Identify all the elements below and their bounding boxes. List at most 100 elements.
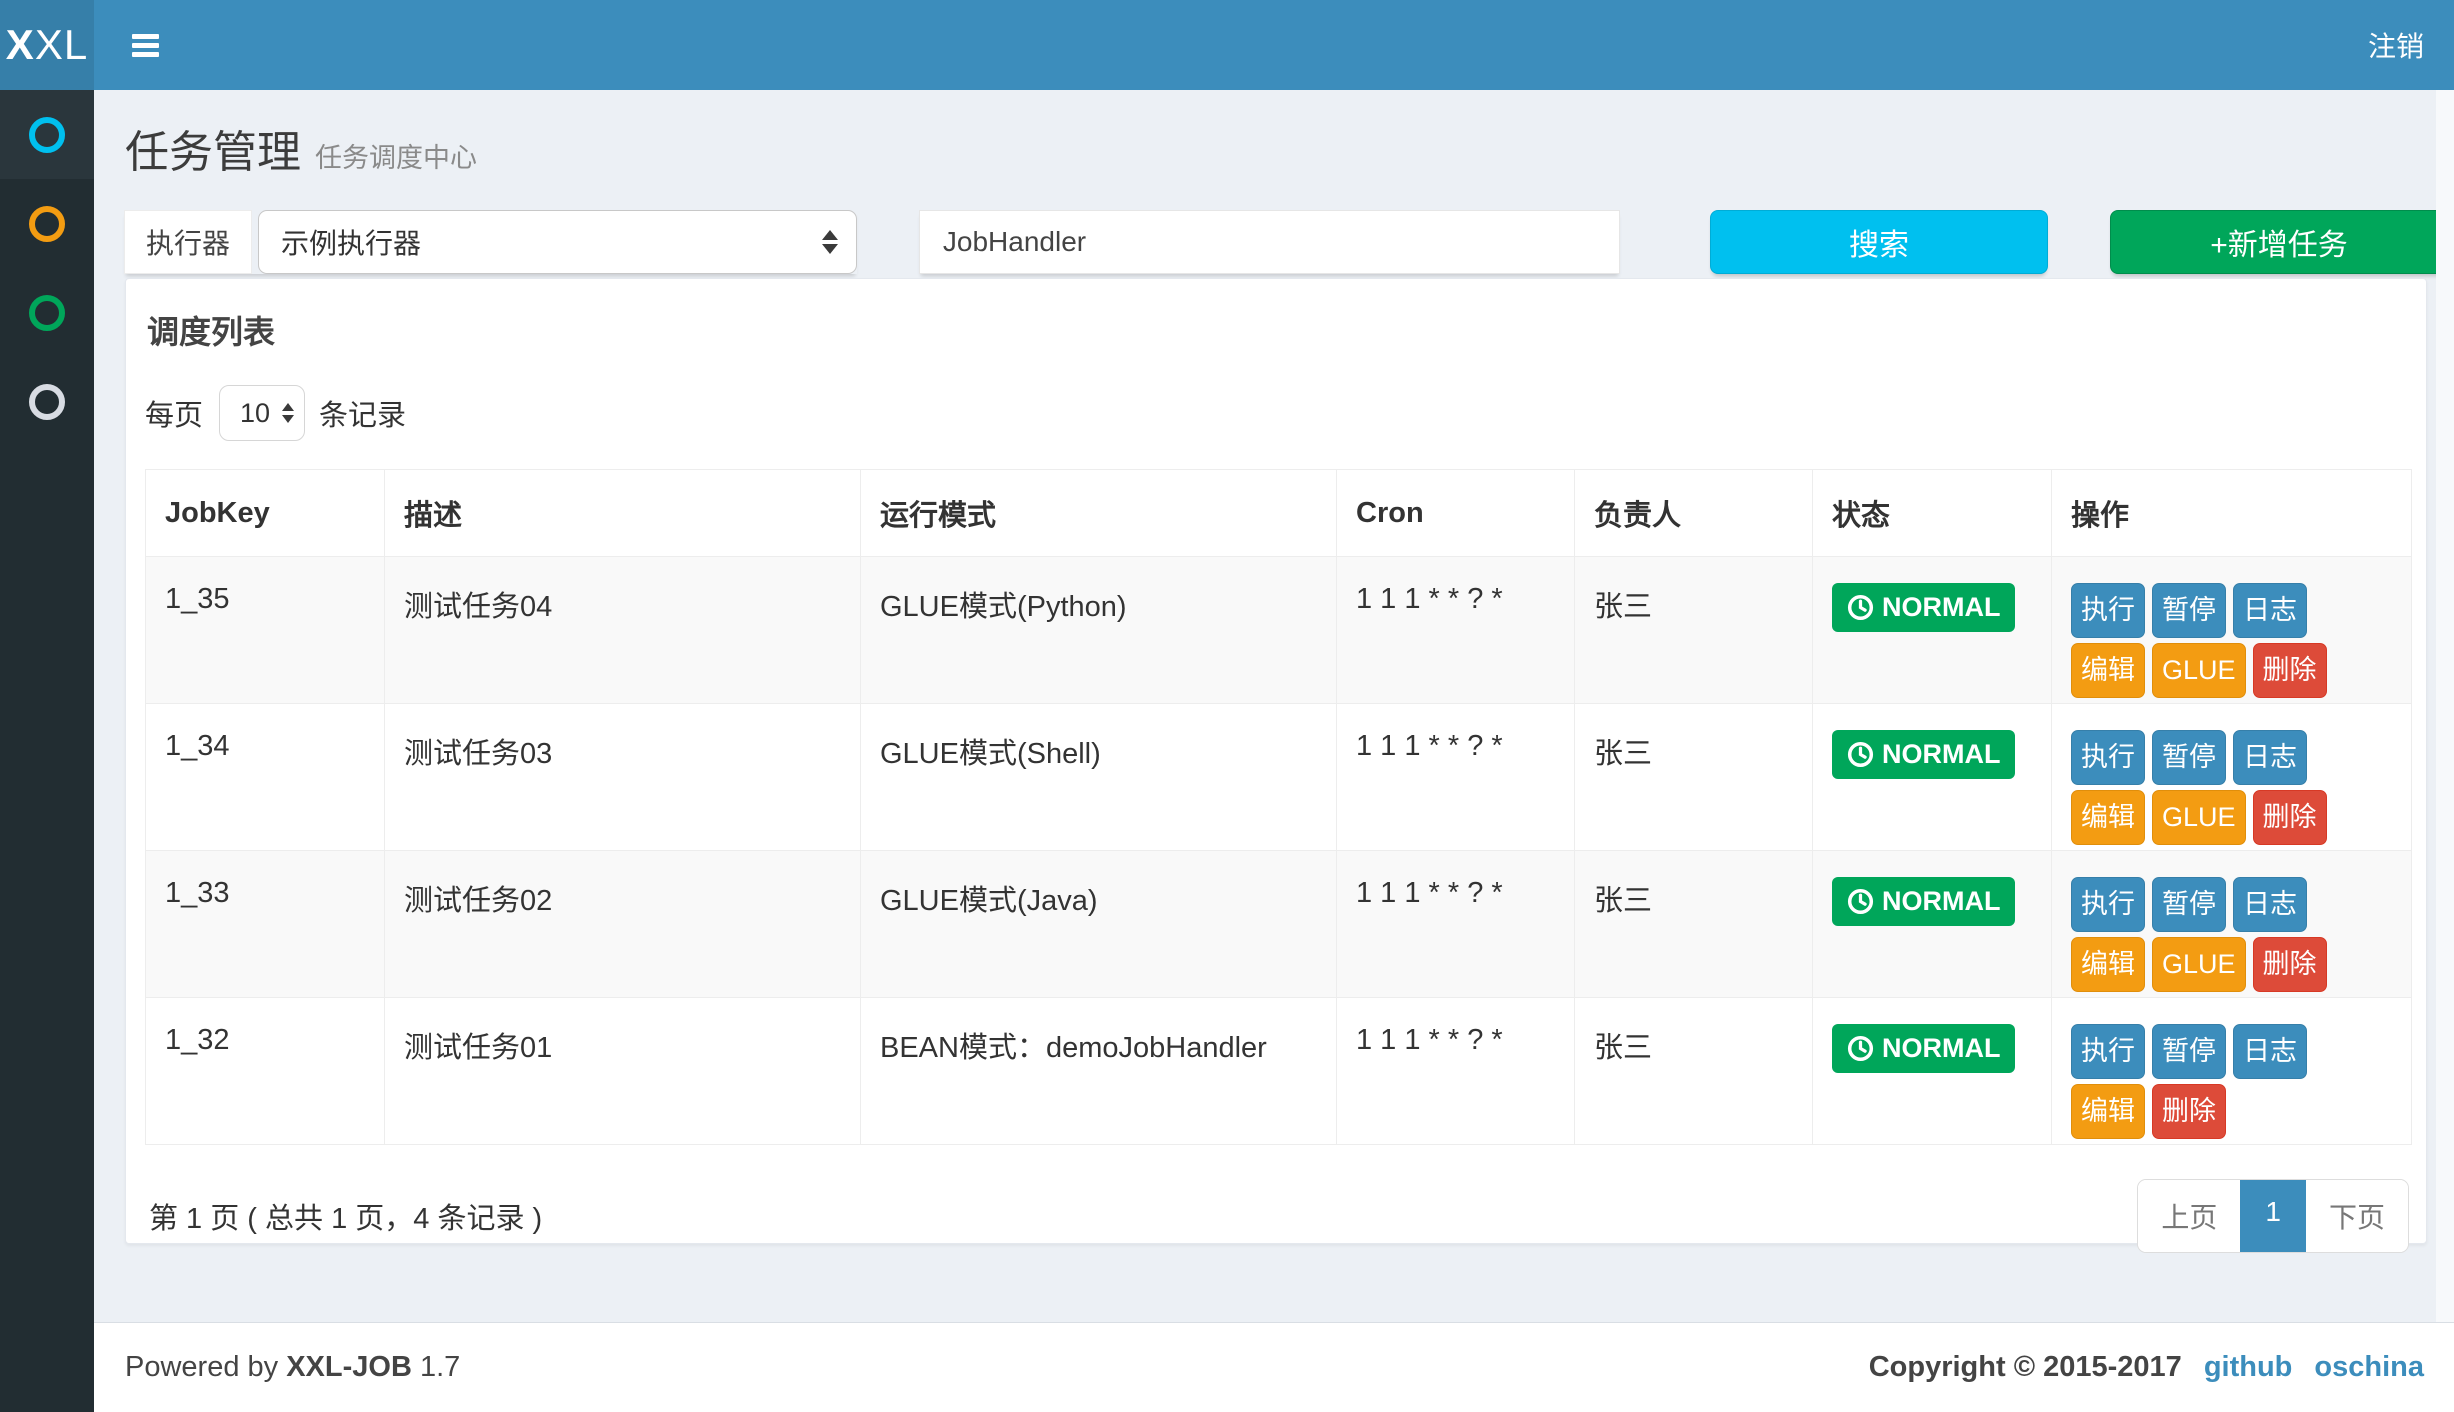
executor-label: 执行器 bbox=[124, 210, 252, 274]
action-button-pause[interactable]: 暂停 bbox=[2152, 583, 2226, 638]
product-version: 1.7 bbox=[420, 1351, 460, 1383]
action-button-edit[interactable]: 编辑 bbox=[2071, 937, 2145, 992]
action-button-glue[interactable]: GLUE bbox=[2152, 937, 2246, 992]
sidebar bbox=[0, 90, 94, 1412]
action-button-glue[interactable]: GLUE bbox=[2152, 790, 2246, 845]
status-label: NORMAL bbox=[1882, 1033, 2000, 1064]
job-row: 1_35测试任务04GLUE模式(Python)1 1 1 * * ? *张三N… bbox=[146, 557, 2412, 704]
status-label: NORMAL bbox=[1882, 886, 2000, 917]
cell-status: NORMAL bbox=[1813, 557, 2052, 704]
cell-owner: 张三 bbox=[1575, 557, 1813, 704]
powered-by-text: Powered by XXL-JOB 1.7 bbox=[125, 1351, 460, 1384]
sidebar-toggle-icon[interactable] bbox=[122, 20, 169, 71]
logo-text-bold: X bbox=[6, 21, 35, 69]
table-header-row: JobKey描述运行模式Cron负责人状态操作 bbox=[146, 470, 2412, 557]
page-size-select[interactable]: 10 bbox=[219, 385, 305, 441]
column-header: 运行模式 bbox=[861, 470, 1337, 557]
cell-jobkey: 1_35 bbox=[146, 557, 385, 704]
cell-jobkey: 1_33 bbox=[146, 851, 385, 998]
panel-title: 调度列表 bbox=[145, 279, 2409, 353]
action-button-run[interactable]: 执行 bbox=[2071, 730, 2145, 785]
jobhandler-input[interactable] bbox=[1109, 211, 1619, 273]
cell-description: 测试任务01 bbox=[385, 998, 861, 1145]
action-button-edit[interactable]: 编辑 bbox=[2071, 1084, 2145, 1139]
copyright-text: Copyright © 2015-2017 bbox=[1869, 1351, 2182, 1384]
action-button-run[interactable]: 执行 bbox=[2071, 877, 2145, 932]
cell-actions: 执行暂停日志编辑GLUE删除 bbox=[2052, 557, 2412, 704]
action-button-glue[interactable]: GLUE bbox=[2152, 643, 2246, 698]
column-header: Cron bbox=[1337, 470, 1575, 557]
job-row: 1_34测试任务03GLUE模式(Shell)1 1 1 * * ? *张三NO… bbox=[146, 704, 2412, 851]
column-header: 描述 bbox=[385, 470, 861, 557]
cell-status: NORMAL bbox=[1813, 851, 2052, 998]
cell-run-mode: GLUE模式(Python) bbox=[861, 557, 1337, 704]
logout-link[interactable]: 注销 bbox=[2368, 25, 2424, 65]
action-button-run[interactable]: 执行 bbox=[2071, 1024, 2145, 1079]
navbar-body: 注销 bbox=[94, 0, 2454, 90]
cell-run-mode: BEAN模式：demoJobHandler bbox=[861, 998, 1337, 1145]
column-header: JobKey bbox=[146, 470, 385, 557]
cell-cron: 1 1 1 * * ? * bbox=[1337, 704, 1575, 851]
clock-icon bbox=[1847, 888, 1874, 915]
jobhandler-filter-group: JobHandler bbox=[919, 210, 1620, 274]
action-button-pause[interactable]: 暂停 bbox=[2152, 730, 2226, 785]
action-button-log[interactable]: 日志 bbox=[2233, 583, 2307, 638]
cell-description: 测试任务02 bbox=[385, 851, 861, 998]
top-navbar: XXL 注销 bbox=[0, 0, 2454, 90]
scrollbar-track[interactable] bbox=[2436, 90, 2454, 1412]
github-link[interactable]: github bbox=[2204, 1351, 2293, 1384]
action-button-delete[interactable]: 删除 bbox=[2253, 790, 2327, 845]
xxl-job-admin-screen: XXL 注销 任务管理任务调度中心 执行器 示例执行器 JobHandler 搜… bbox=[0, 0, 2454, 1412]
action-button-delete[interactable]: 删除 bbox=[2253, 643, 2327, 698]
sidebar-item-menu-3[interactable] bbox=[0, 268, 94, 357]
status-badge: NORMAL bbox=[1832, 877, 2015, 926]
action-button-pause[interactable]: 暂停 bbox=[2152, 1024, 2226, 1079]
action-button-run[interactable]: 执行 bbox=[2071, 583, 2145, 638]
current-page-button[interactable]: 1 bbox=[2240, 1180, 2306, 1252]
cell-status: NORMAL bbox=[1813, 704, 2052, 851]
page-subtitle: 任务调度中心 bbox=[315, 136, 477, 175]
logo-text: XL bbox=[35, 21, 88, 69]
status-label: NORMAL bbox=[1882, 592, 2000, 623]
cell-jobkey: 1_32 bbox=[146, 998, 385, 1145]
page-size-suffix: 条记录 bbox=[319, 392, 406, 434]
action-button-log[interactable]: 日志 bbox=[2233, 1024, 2307, 1079]
status-label: NORMAL bbox=[1882, 739, 2000, 770]
action-button-edit[interactable]: 编辑 bbox=[2071, 790, 2145, 845]
jobhandler-label: JobHandler bbox=[920, 211, 1109, 273]
cell-cron: 1 1 1 * * ? * bbox=[1337, 998, 1575, 1145]
cell-jobkey: 1_34 bbox=[146, 704, 385, 851]
search-button[interactable]: 搜索 bbox=[1710, 210, 2048, 274]
select-arrows-icon bbox=[282, 403, 294, 423]
action-button-delete[interactable]: 删除 bbox=[2253, 937, 2327, 992]
action-button-log[interactable]: 日志 bbox=[2233, 730, 2307, 785]
next-page-button[interactable]: 下页 bbox=[2306, 1180, 2408, 1252]
product-name: XXL-JOB bbox=[286, 1351, 412, 1383]
action-button-edit[interactable]: 编辑 bbox=[2071, 643, 2145, 698]
cell-run-mode: GLUE模式(Java) bbox=[861, 851, 1337, 998]
job-row: 1_33测试任务02GLUE模式(Java)1 1 1 * * ? *张三NOR… bbox=[146, 851, 2412, 998]
prev-page-button[interactable]: 上页 bbox=[2138, 1180, 2240, 1252]
cell-description: 测试任务04 bbox=[385, 557, 861, 704]
sidebar-item-menu-4[interactable] bbox=[0, 357, 94, 446]
cell-owner: 张三 bbox=[1575, 998, 1813, 1145]
cell-owner: 张三 bbox=[1575, 851, 1813, 998]
add-job-button[interactable]: +新增任务 bbox=[2110, 210, 2448, 274]
clock-icon bbox=[1847, 594, 1874, 621]
executor-select[interactable]: 示例执行器 bbox=[258, 210, 857, 274]
cell-actions: 执行暂停日志编辑删除 bbox=[2052, 998, 2412, 1145]
action-button-log[interactable]: 日志 bbox=[2233, 877, 2307, 932]
sidebar-item-menu-1[interactable] bbox=[0, 90, 94, 179]
sidebar-item-menu-2[interactable] bbox=[0, 179, 94, 268]
column-header: 状态 bbox=[1813, 470, 2052, 557]
oschina-link[interactable]: oschina bbox=[2314, 1351, 2424, 1384]
select-arrows-icon bbox=[822, 230, 838, 254]
app-logo[interactable]: XXL bbox=[0, 0, 94, 90]
action-button-pause[interactable]: 暂停 bbox=[2152, 877, 2226, 932]
job-row: 1_32测试任务01BEAN模式：demoJobHandler1 1 1 * *… bbox=[146, 998, 2412, 1145]
circle-icon bbox=[29, 295, 65, 331]
circle-icon bbox=[29, 206, 65, 242]
clock-icon bbox=[1847, 741, 1874, 768]
pagination-bar: 第 1 页 ( 总共 1 页，4 条记录 ) 上页 1 下页 bbox=[145, 1179, 2409, 1253]
action-button-delete[interactable]: 删除 bbox=[2152, 1084, 2226, 1139]
